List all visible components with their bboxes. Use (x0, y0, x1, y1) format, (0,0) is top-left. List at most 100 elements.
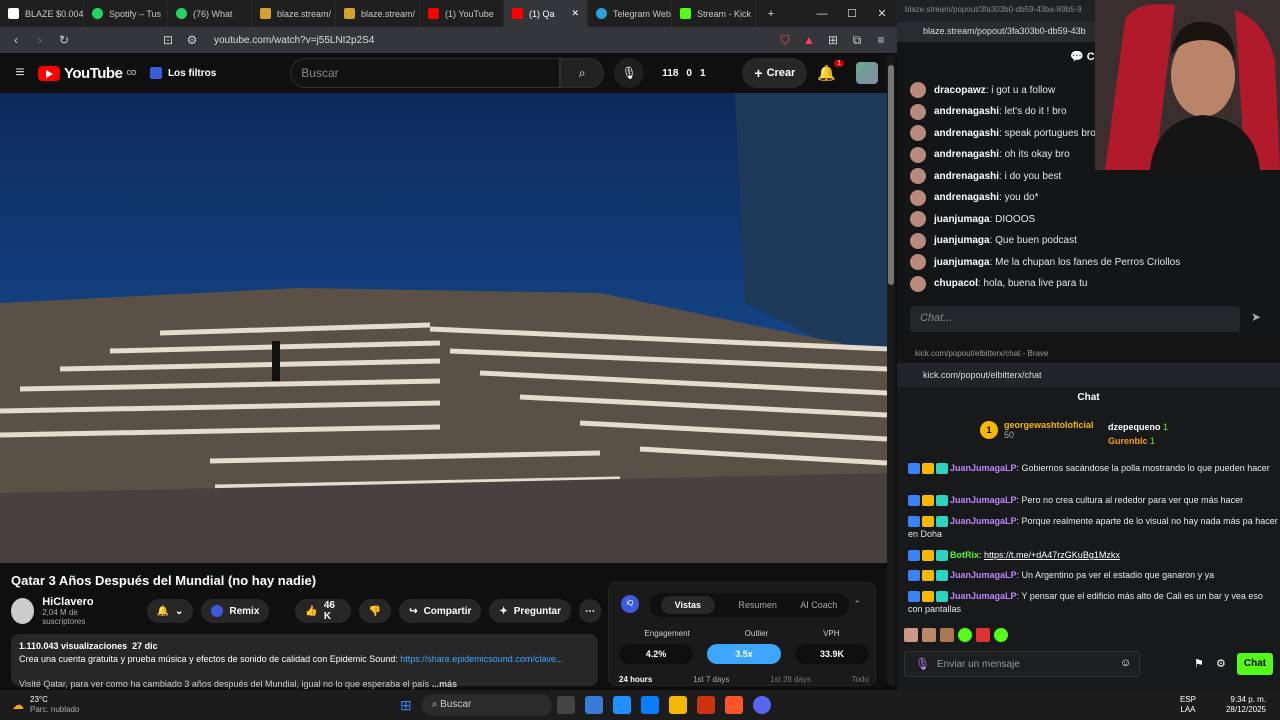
youtube-logo[interactable]: YouTube CO (38, 65, 136, 82)
gift-icon[interactable]: ⚑ (1194, 657, 1204, 670)
close-window-button[interactable]: ✕ (867, 7, 897, 20)
browser-tab[interactable]: blaze.stream/ (336, 0, 420, 27)
share-button[interactable]: ↪ Compartir (399, 599, 482, 623)
chat-username[interactable]: dracopawz (934, 85, 986, 96)
avatar[interactable] (856, 62, 878, 84)
period-28d[interactable]: 1st 28 days (770, 675, 811, 684)
ask-button[interactable]: ✦ Preguntar (489, 599, 571, 623)
emote-icon[interactable] (976, 628, 990, 642)
collapse-icon[interactable]: ⌃ (853, 599, 861, 610)
edge-icon[interactable] (640, 696, 659, 714)
emote-icon[interactable] (994, 628, 1008, 642)
kick-message-input[interactable]: Enviar un mensaje (904, 651, 1140, 677)
description-link[interactable]: https://share.epidemicsound.com/clave... (400, 654, 563, 664)
explorer-icon[interactable] (668, 696, 687, 714)
scrollbar-thumb[interactable] (888, 65, 894, 285)
site-info-icon[interactable]: ⚙ (184, 33, 200, 47)
kick-url-field[interactable]: kick.com/popout/elbitterx/chat (897, 363, 1280, 387)
url-field[interactable]: youtube.com/watch?v=j55LNI2p2S4 (208, 35, 769, 46)
clock[interactable]: 9:34 p. m. 28/12/2025 (1226, 695, 1266, 715)
voice-search-button[interactable]: 🎙 (614, 58, 645, 88)
hamburger-icon[interactable]: ≡ (12, 64, 28, 82)
discord-icon[interactable] (752, 696, 771, 714)
bookmark-icon[interactable]: ⊡ (160, 33, 176, 47)
chat-username[interactable]: JuanJumagaLP (950, 516, 1017, 526)
description-box[interactable]: 1.110.043 visualizaciones 27 dic Crea un… (11, 634, 598, 689)
chat-username[interactable]: andrenagashi (934, 106, 999, 117)
gifter-name[interactable]: Gurenblc (1108, 436, 1148, 446)
chat-username[interactable]: JuanJumagaLP (950, 495, 1017, 505)
browser-tab[interactable]: BLAZE $0.0046 (0, 0, 84, 27)
tab-resumen[interactable]: Resumen (738, 600, 777, 610)
extension-icon[interactable]: ⧉ (849, 33, 865, 48)
forward-icon[interactable]: › (32, 33, 48, 47)
app-icon[interactable] (612, 696, 631, 714)
notify-button[interactable]: 🔔 ⌄ (146, 599, 194, 623)
task-view-icon[interactable] (556, 696, 575, 714)
language-indicator[interactable]: ESP LAA (1180, 695, 1196, 715)
more-options-button[interactable]: ⋯ (579, 599, 601, 623)
search-button[interactable]: ⌕ (560, 58, 605, 88)
show-more-link[interactable]: ...más (432, 679, 458, 689)
browser-tab[interactable]: Stream - Kick (672, 0, 756, 27)
chat-username[interactable]: BotRix (950, 550, 979, 560)
rewards-icon[interactable]: ▲ (801, 33, 817, 47)
create-button[interactable]: + Crear (742, 58, 808, 88)
like-button[interactable]: 👍 46 K (295, 599, 351, 623)
weather-widget[interactable]: ☁ 23°C Parc. nublado (0, 695, 400, 715)
gifter-name[interactable]: dzepequeno (1108, 422, 1161, 432)
browser-tab-active[interactable]: (1) Qa ✕ (504, 0, 588, 27)
browser-tab[interactable]: (1) YouTube (420, 0, 504, 27)
blaze-chat-input[interactable]: Chat... (910, 306, 1240, 332)
kick-chat-button[interactable]: Chat (1237, 653, 1273, 675)
remix-button[interactable]: Remix (201, 599, 270, 623)
brave-icon[interactable] (724, 696, 743, 714)
chat-username[interactable]: juanjumaga (934, 214, 990, 225)
video-player[interactable] (0, 93, 887, 563)
scrollbar[interactable] (887, 55, 895, 685)
microphone-icon[interactable]: 🎙 (915, 657, 930, 671)
period-24h[interactable]: 24 hours (619, 675, 652, 684)
send-icon[interactable]: ➤ (1251, 310, 1261, 324)
emote-icon[interactable] (922, 628, 936, 642)
settings-icon[interactable]: ⚙ (1216, 657, 1226, 670)
chat-username[interactable]: juanjumaga (934, 235, 990, 246)
gifter-name[interactable]: georgewashtoloficial (1004, 420, 1094, 430)
period-7d[interactable]: 1st 7 days (693, 675, 729, 684)
extension-icon[interactable]: ⊞ (825, 33, 841, 47)
browser-tab[interactable]: (76) What (168, 0, 252, 27)
chat-username[interactable]: andrenagashi (934, 171, 999, 182)
browser-tab[interactable]: Spotify – Tus (84, 0, 168, 27)
chat-username[interactable]: juanjumaga (934, 257, 990, 268)
windows-start-icon[interactable]: ⊞ (400, 697, 412, 714)
menu-icon[interactable]: ≡ (873, 33, 889, 47)
chat-username[interactable]: chupacol (934, 278, 978, 289)
reload-icon[interactable]: ↻ (56, 33, 72, 47)
notifications-button[interactable]: 🔔 1 (817, 60, 844, 82)
dislike-button[interactable]: 👎 (358, 599, 392, 623)
chat-username[interactable]: andrenagashi (934, 192, 999, 203)
browser-tab[interactable]: Telegram Web (588, 0, 672, 27)
chat-link[interactable]: https://t.me/+dA47rzGKuBg1Mzkx (984, 550, 1120, 560)
browser-tab[interactable]: blaze.stream/ (252, 0, 336, 27)
channel-name[interactable]: HiClavero (42, 596, 114, 608)
close-icon[interactable]: ✕ (571, 8, 579, 19)
tab-ai-coach[interactable]: AI Coach (800, 600, 837, 610)
filters-button[interactable]: Los filtros (146, 61, 220, 85)
app-icon[interactable] (584, 696, 603, 714)
emote-icon[interactable] (904, 628, 918, 642)
chat-username[interactable]: andrenagashi (934, 128, 999, 139)
taskbar-search[interactable]: ⌕ Buscar (421, 694, 552, 716)
chat-username[interactable]: JuanJumagaLP (950, 463, 1017, 473)
new-tab-button[interactable]: + (756, 8, 786, 20)
brave-shield-icon[interactable]: ⛉ (777, 33, 793, 48)
emoji-icon[interactable]: ☺ (1120, 657, 1131, 669)
chat-username[interactable]: andrenagashi (934, 149, 999, 160)
chat-username[interactable]: JuanJumagaLP (950, 570, 1017, 580)
search-input[interactable]: Buscar (290, 58, 561, 88)
chat-username[interactable]: JuanJumagaLP (950, 591, 1017, 601)
back-icon[interactable]: ‹ (8, 33, 24, 47)
emote-icon[interactable] (958, 628, 972, 642)
emote-icon[interactable] (940, 628, 954, 642)
tab-vistas[interactable]: Vistas (660, 596, 716, 614)
